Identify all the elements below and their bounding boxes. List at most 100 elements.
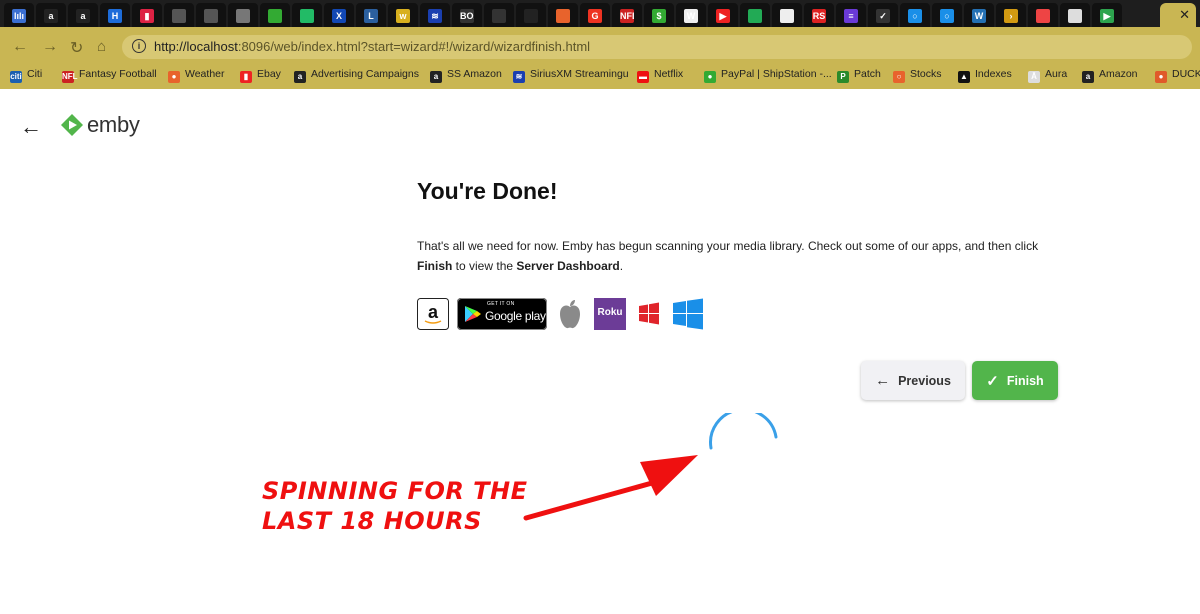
bookmark-item[interactable]: ▲ Indexes: [958, 68, 1012, 83]
browser-tab[interactable]: $: [644, 3, 674, 29]
bookmark-label: Patch: [854, 68, 881, 80]
bookmark-item[interactable]: NFLFantasy Football: [62, 68, 157, 83]
tab-favicon-icon: [268, 9, 282, 23]
annotation-text: SPINNING FOR THE LAST 18 HOURS: [262, 476, 528, 536]
tab-favicon-icon: ▶: [716, 9, 730, 23]
browser-tab[interactable]: RS: [804, 3, 834, 29]
windows-blue-app-link[interactable]: [671, 298, 705, 330]
browser-tab[interactable]: [772, 3, 802, 29]
browser-tab[interactable]: G: [580, 3, 610, 29]
browser-tab[interactable]: [292, 3, 322, 29]
bookmark-item[interactable]: ● PayPal | ShipStation -...: [704, 68, 832, 83]
apple-app-link[interactable]: [557, 298, 583, 330]
url-path: :8096/web/index.html?start=wizard#!/wiza…: [237, 39, 591, 54]
tab-favicon-icon: [492, 9, 506, 23]
browser-tab[interactable]: [740, 3, 770, 29]
windows-red-app-link[interactable]: [637, 298, 661, 330]
bookmark-icon: ●: [168, 71, 180, 83]
tab-favicon-icon: ≡: [844, 9, 858, 23]
bookmark-item[interactable]: ● DUCK: [1155, 68, 1200, 83]
bookmark-label: Ebay: [257, 68, 281, 80]
browser-tab[interactable]: H: [100, 3, 130, 29]
tab-favicon-icon: BOAT: [460, 9, 474, 23]
tab-favicon-icon: w: [396, 9, 410, 23]
amazon-app-link[interactable]: a: [417, 298, 449, 330]
browser-tab[interactable]: [484, 3, 514, 29]
bookmark-item[interactable]: a SS Amazon: [430, 68, 502, 83]
browser-tab[interactable]: L: [356, 3, 386, 29]
browser-tab[interactable]: [260, 3, 290, 29]
desc-text-2: to view the: [452, 259, 517, 273]
browser-tab[interactable]: ▶: [1092, 3, 1122, 29]
home-icon[interactable]: ⌂: [97, 38, 106, 55]
back-nav-icon[interactable]: ←: [12, 38, 28, 56]
browser-tab[interactable]: a: [36, 3, 66, 29]
browser-tab[interactable]: ○: [900, 3, 930, 29]
site-info-icon[interactable]: i: [132, 39, 146, 53]
bookmark-item[interactable]: a Advertising Campaigns: [294, 68, 419, 83]
forward-nav-icon[interactable]: →: [42, 38, 58, 56]
browser-tab[interactable]: ≋: [420, 3, 450, 29]
browser-tab[interactable]: [164, 3, 194, 29]
browser-tab[interactable]: [548, 3, 578, 29]
browser-tab[interactable]: ▶: [708, 3, 738, 29]
bookmark-icon: ▮: [240, 71, 252, 83]
browser-tab[interactable]: ○: [932, 3, 962, 29]
emby-logo-icon: [61, 114, 83, 136]
tab-favicon-icon: [1068, 9, 1082, 23]
browser-tab[interactable]: ›: [996, 3, 1026, 29]
browser-tab[interactable]: a: [68, 3, 98, 29]
tab-favicon-icon: ›: [1004, 9, 1018, 23]
browser-tab[interactable]: [516, 3, 546, 29]
browser-tab[interactable]: lılı: [4, 3, 34, 29]
google-play-small-text: GET IT ON: [487, 301, 515, 307]
active-browser-tab[interactable]: ✕: [1160, 3, 1196, 29]
tab-favicon-icon: G: [588, 9, 602, 23]
bookmark-item[interactable]: a Amazon: [1082, 68, 1138, 83]
bookmark-icon: a: [294, 71, 306, 83]
browser-tab[interactable]: [1060, 3, 1090, 29]
emby-logo[interactable]: emby: [60, 112, 140, 138]
browser-tab[interactable]: NFL: [612, 3, 642, 29]
bookmark-icon: ●: [704, 71, 716, 83]
tab-favicon-icon: ≋: [428, 9, 442, 23]
windows-red-icon: [639, 302, 659, 325]
browser-tab[interactable]: ✓: [868, 3, 898, 29]
address-bar[interactable]: i http://localhost:8096/web/index.html?s…: [122, 35, 1192, 59]
tab-close-icon[interactable]: ✕: [1179, 7, 1190, 23]
browser-tab-strip: lılı a a H ▮ X Lw ≋ BOAT G NFL $ W ▶ RS ≡ ✓ ○ ○ W › ▶ ✕: [0, 0, 1200, 31]
back-arrow-icon[interactable]: ←: [20, 114, 42, 140]
bookmark-item[interactable]: Ā Aura: [1028, 68, 1067, 83]
finish-button[interactable]: ✓ Finish: [972, 361, 1058, 400]
browser-tab[interactable]: ≡: [836, 3, 866, 29]
bookmark-item[interactable]: ▬ Netflix: [637, 68, 683, 83]
browser-tab[interactable]: w: [388, 3, 418, 29]
amazon-app-icon: a: [417, 298, 449, 330]
bookmark-item[interactable]: ○ Stocks: [893, 68, 942, 83]
bookmark-icon: ●: [1155, 71, 1167, 83]
reload-icon[interactable]: ↻: [70, 38, 83, 58]
browser-tab[interactable]: W: [964, 3, 994, 29]
previous-button[interactable]: ← Previous: [861, 361, 965, 400]
bookmark-item[interactable]: ● Weather: [168, 68, 225, 83]
browser-tab[interactable]: BOAT: [452, 3, 482, 29]
url-text[interactable]: http://localhost:8096/web/index.html?sta…: [154, 39, 590, 54]
finish-description: That's all we need for now. Emby has beg…: [417, 236, 1057, 276]
bookmark-item[interactable]: ≋ SiriusXM Streamingu: [513, 68, 629, 83]
browser-tab[interactable]: [196, 3, 226, 29]
browser-tab[interactable]: [228, 3, 258, 29]
roku-app-link[interactable]: Roku: [594, 298, 626, 330]
tab-favicon-icon: ○: [940, 9, 954, 23]
bookmark-label: Weather: [185, 68, 225, 80]
bookmark-item[interactable]: P Patch: [837, 68, 881, 83]
bookmark-icon: ○: [893, 71, 905, 83]
browser-tab[interactable]: ▮: [132, 3, 162, 29]
check-icon: ✓: [986, 372, 999, 390]
google-play-link[interactable]: GET IT ON Google play: [457, 298, 547, 330]
browser-tab[interactable]: W: [676, 3, 706, 29]
browser-tab[interactable]: [1028, 3, 1058, 29]
browser-tab[interactable]: X: [324, 3, 354, 29]
tab-favicon-icon: X: [332, 9, 346, 23]
bookmark-item[interactable]: ▮ Ebay: [240, 68, 281, 83]
bookmark-item[interactable]: citi Citi: [10, 68, 42, 83]
